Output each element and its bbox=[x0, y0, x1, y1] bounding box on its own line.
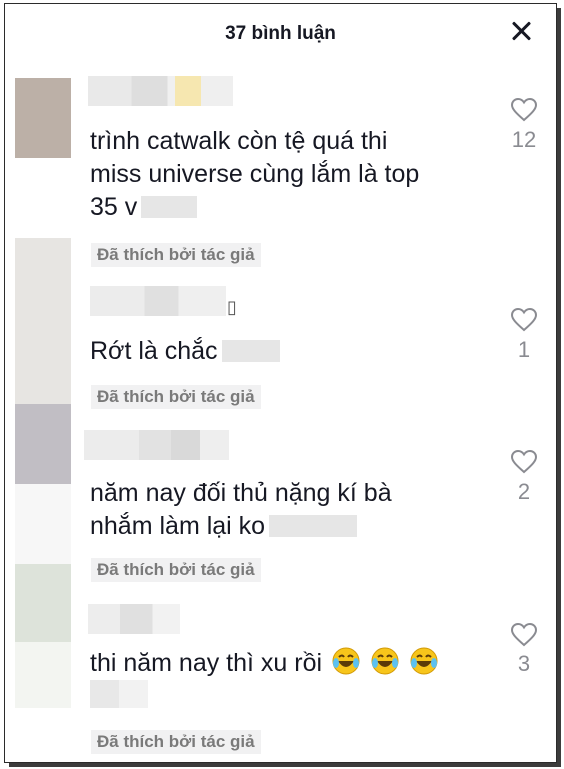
avatar[interactable] bbox=[15, 484, 71, 564]
comment-line-text: nhắm làm lại ko bbox=[90, 512, 266, 540]
redacted-emoji bbox=[269, 515, 358, 537]
comment-text: trình catwalk còn tệ quá thi miss univer… bbox=[90, 125, 490, 224]
comment-line: Rớt là chắc bbox=[90, 335, 490, 368]
box-glyph: ▯ bbox=[227, 297, 237, 317]
liked-by-author-badge: Đã thích bởi tác giả bbox=[91, 243, 261, 267]
liked-by-author-badge: Đã thích bởi tác giả bbox=[91, 730, 261, 754]
comments-count-title: 37 bình luận bbox=[225, 23, 336, 44]
laughing-crying-emoji-icon bbox=[410, 647, 438, 675]
comment-text: Rớt là chắc bbox=[90, 335, 490, 368]
comment-line: năm nay đối thủ nặng kí bà bbox=[90, 479, 392, 507]
comment-line: thi năm nay thì xu rồi bbox=[90, 646, 490, 680]
comment-line-text: 35 v bbox=[90, 193, 138, 221]
heart-icon[interactable] bbox=[510, 97, 538, 123]
comment-line-text: Rớt là chắc bbox=[90, 337, 218, 365]
comments-header: 37 bình luận bbox=[5, 4, 556, 62]
username-redacted[interactable] bbox=[84, 430, 229, 460]
redacted-emoji bbox=[221, 340, 280, 362]
like-count: 1 bbox=[517, 337, 531, 362]
username-redacted[interactable] bbox=[88, 604, 180, 634]
comment-line: 35 v bbox=[90, 191, 490, 224]
comment-line: miss universe cùng lắm là top bbox=[90, 160, 420, 188]
laughing-crying-emoji-icon bbox=[332, 647, 360, 675]
like-count: 3 bbox=[517, 651, 531, 676]
liked-by-author-badge: Đã thích bởi tác giả bbox=[91, 385, 261, 409]
liked-by-author-badge: Đã thích bởi tác giả bbox=[91, 558, 261, 582]
redacted-emoji bbox=[141, 196, 198, 218]
avatar[interactable] bbox=[15, 564, 71, 642]
redacted-content bbox=[90, 680, 148, 708]
comment-line: trình catwalk còn tệ quá thi bbox=[90, 127, 388, 155]
avatar[interactable] bbox=[15, 642, 71, 708]
like-count: 12 bbox=[511, 127, 537, 152]
like-count: 2 bbox=[517, 479, 531, 504]
avatar[interactable] bbox=[15, 404, 71, 484]
username-redacted[interactable] bbox=[88, 76, 233, 106]
comment-line-text: thi năm nay thì xu rồi bbox=[90, 649, 323, 677]
laughing-crying-emoji-icon bbox=[371, 647, 399, 675]
comment-text: năm nay đối thủ nặng kí bà nhắm làm lại … bbox=[90, 477, 490, 543]
close-icon[interactable] bbox=[508, 18, 534, 44]
heart-icon[interactable] bbox=[510, 449, 538, 475]
comment-text: thi năm nay thì xu rồi bbox=[90, 646, 490, 680]
avatar[interactable] bbox=[15, 78, 71, 158]
avatar[interactable] bbox=[15, 238, 71, 404]
username-redacted[interactable] bbox=[90, 286, 226, 316]
heart-icon[interactable] bbox=[510, 622, 538, 648]
comment-line: nhắm làm lại ko bbox=[90, 510, 490, 543]
heart-icon[interactable] bbox=[510, 307, 538, 333]
